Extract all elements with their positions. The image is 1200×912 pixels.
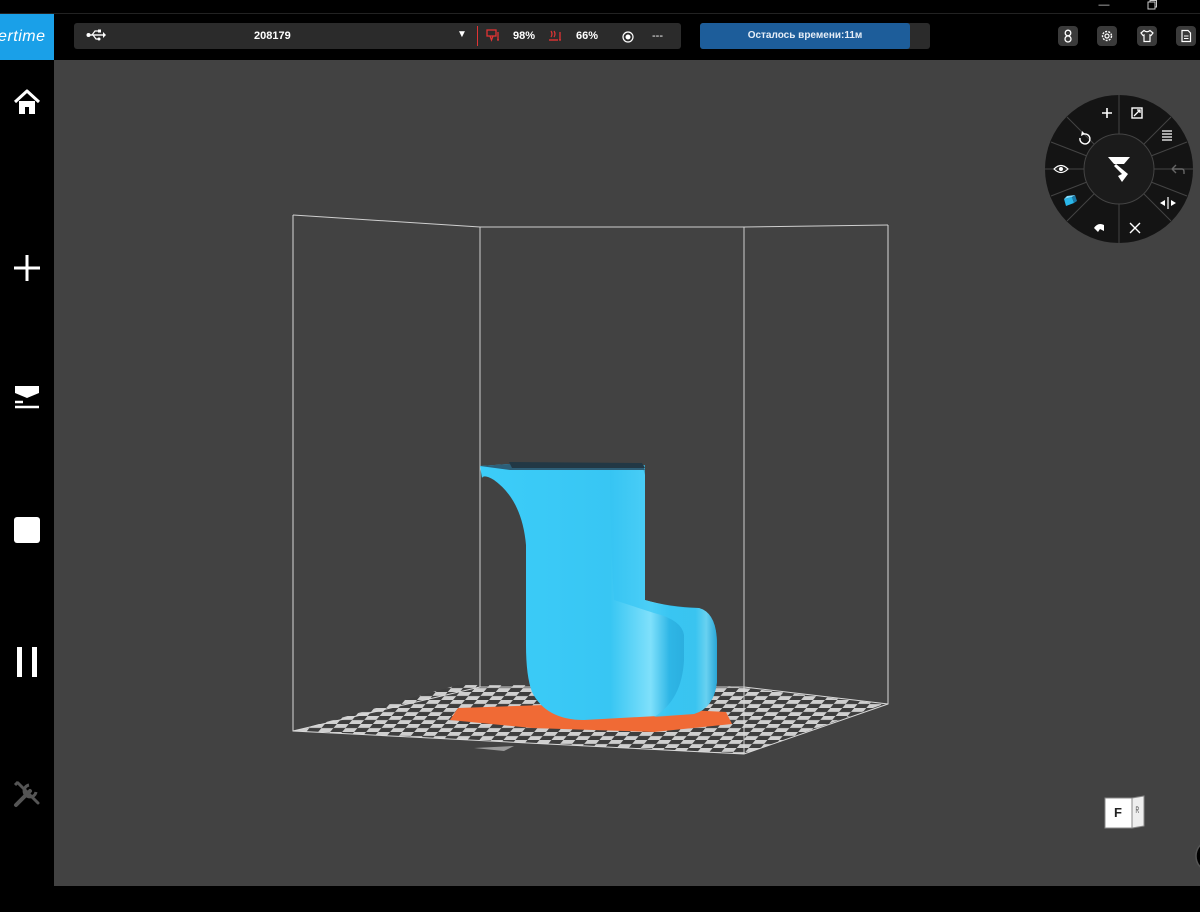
bottom-strip [54,886,1200,912]
app-logo: iertime [0,14,54,60]
window-titlebar: — [0,0,1200,14]
stop-icon [13,516,41,549]
nozzle-temp-icon [486,29,502,48]
device-dropdown[interactable]: ▼ [457,29,467,40]
maintenance-button[interactable] [0,766,54,826]
pause-button[interactable] [0,634,54,694]
nozzle-temp-value: 98% [513,30,536,42]
time-remaining-panel: Осталось времени:11м [700,23,930,49]
document-icon[interactable] [1176,26,1196,46]
model [480,462,717,720]
add-model-button[interactable] [0,240,54,300]
3d-viewport[interactable]: F R [54,60,1200,886]
print-button[interactable] [0,370,54,430]
home-button[interactable] [0,74,54,134]
tools-icon [12,779,42,814]
print-status-value: --- [652,30,663,42]
bed-temp-value: 66% [576,30,599,42]
print-icon [12,383,42,418]
settings-icon[interactable] [1097,26,1117,46]
shirt-icon[interactable] [1137,26,1157,46]
top-bar: 208179 ▼ 98% 66% --- Осталось времени:11… [54,14,1200,60]
pause-icon [13,646,41,683]
scene-render [292,214,889,755]
sidebar [0,60,54,912]
home-icon [12,87,42,122]
add-icon [12,253,42,288]
usb-icon [86,28,106,47]
status-separator [477,26,478,46]
minimize-icon[interactable]: — [1096,0,1112,12]
device-name: 208179 [254,30,291,42]
time-remaining-button[interactable]: Осталось времени:11м [700,23,910,49]
record-icon [622,30,634,48]
app-window: — iertime 208179 ▼ [0,0,1200,912]
view-cube-right-label: R [1135,805,1140,815]
camera-sphere[interactable] [1188,838,1200,874]
restore-icon[interactable] [1144,0,1160,12]
printer-status-panel: 208179 ▼ 98% 66% --- [74,23,681,49]
view-cube[interactable]: F R [1104,795,1146,831]
bed-temp-icon [548,29,564,48]
user-icon[interactable] [1058,26,1078,46]
stop-button[interactable] [0,502,54,562]
view-cube-front-label: F [1114,805,1122,820]
radial-tool-menu [1045,95,1193,243]
